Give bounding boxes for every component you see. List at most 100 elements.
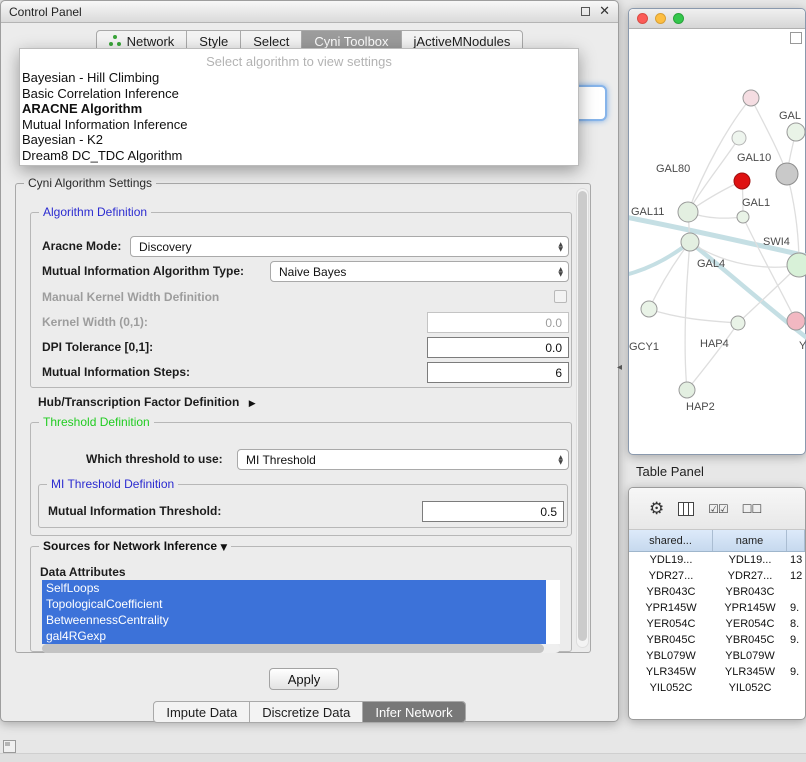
attribute-item-betweennesscentrality[interactable]: BetweennessCentrality	[42, 612, 546, 628]
zoom-button[interactable]	[673, 13, 684, 24]
network-edge[interactable]	[649, 242, 690, 309]
tab-label: jActiveMNodules	[414, 34, 511, 49]
network-node[interactable]	[787, 312, 805, 330]
kernel-width-input[interactable]: 0.0	[427, 312, 569, 333]
tab-impute-data[interactable]: Impute Data	[154, 702, 250, 722]
network-node[interactable]	[732, 131, 746, 145]
network-node[interactable]	[641, 301, 657, 317]
tab-infer-network[interactable]: Infer Network	[363, 702, 464, 722]
dpi-tolerance-input[interactable]: 0.0	[427, 337, 569, 358]
close-button[interactable]	[637, 13, 648, 24]
aracne-mode-combo[interactable]: Discovery ▲▼	[130, 236, 569, 257]
table-cell: YIL052C	[629, 682, 713, 694]
algorithm-option-basic-correlation-inference[interactable]: Basic Correlation Inference	[20, 86, 578, 102]
apply-button[interactable]: Apply	[269, 668, 339, 690]
hub-tf-definition-toggle[interactable]: Hub/Transcription Factor Definition ▶	[38, 392, 256, 413]
table-row[interactable]: YIL052CYIL052C	[629, 680, 805, 696]
algorithm-option-aracne-algorithm[interactable]: ARACNE Algorithm	[20, 101, 578, 117]
table-cell: YDL19...	[629, 554, 713, 566]
network-node[interactable]	[737, 211, 749, 223]
table-row[interactable]: YBR045CYBR045C9.	[629, 632, 805, 648]
network-edge[interactable]	[685, 242, 690, 390]
table-row[interactable]: YER054CYER054C8.	[629, 616, 805, 632]
gear-icon[interactable]: ⚙	[649, 499, 664, 519]
table-cell: YLR345W	[629, 666, 713, 678]
node-label: GAL1	[742, 197, 770, 209]
node-label: HAP4	[700, 338, 729, 350]
algorithm-option-dream8-dc-tdc-algorithm[interactable]: Dream8 DC_TDC Algorithm	[20, 148, 578, 164]
control-panel-window: Control Panel ✕ NetworkStyleSelectCyni T…	[0, 0, 619, 722]
window-title: Control Panel	[9, 5, 82, 19]
table-row[interactable]: YLR345WYLR345W9.	[629, 664, 805, 680]
restore-panel-icon[interactable]	[3, 740, 16, 753]
splitter-collapse-icon[interactable]: ◂	[617, 362, 622, 373]
which-threshold-combo[interactable]: MI Threshold ▲▼	[237, 449, 569, 470]
network-edge[interactable]	[688, 138, 739, 212]
table-cell: 9.	[787, 602, 805, 614]
combo-arrows-icon: ▲▼	[558, 242, 563, 252]
network-node[interactable]	[776, 163, 798, 185]
network-node[interactable]	[679, 382, 695, 398]
dpi-tolerance-label: DPI Tolerance [0,1]:	[42, 337, 153, 358]
attribute-item-gal4rgexp[interactable]: gal4RGexp	[42, 628, 546, 644]
deselect-all-icon[interactable]: ☐☐	[742, 502, 762, 516]
network-node[interactable]	[678, 202, 698, 222]
network-node[interactable]	[743, 90, 759, 106]
table-row[interactable]: YBR043CYBR043C	[629, 584, 805, 600]
table-row[interactable]: YBL079WYBL079W	[629, 648, 805, 664]
network-view-window: GALGAL80GAL10GAL11GAL1SWI4GAL4GCY1HAP4YH…	[628, 8, 806, 455]
cyni-algorithm-settings: Cyni Algorithm Settings Algorithm Defini…	[15, 183, 591, 653]
network-edge[interactable]	[629, 242, 690, 275]
network-node[interactable]	[681, 233, 699, 251]
close-icon[interactable]: ✕	[599, 7, 610, 17]
algorithm-option-mutual-information-inference[interactable]: Mutual Information Inference	[20, 117, 578, 133]
network-node[interactable]	[734, 173, 750, 189]
network-canvas[interactable]: GALGAL80GAL10GAL11GAL1SWI4GAL4GCY1HAP4YH…	[629, 29, 806, 455]
mi-threshold-input[interactable]: 0.5	[422, 501, 564, 522]
settings-vertical-scrollbar[interactable]	[576, 188, 589, 648]
scrollbar-thumb[interactable]	[42, 644, 544, 653]
mi-threshold-legend: MI Threshold Definition	[47, 477, 178, 491]
network-edge[interactable]	[649, 309, 738, 323]
settings-legend: Cyni Algorithm Settings	[24, 176, 156, 190]
network-node[interactable]	[731, 316, 745, 330]
desktop: Control Panel ✕ NetworkStyleSelectCyni T…	[0, 0, 806, 762]
collapse-down-icon: ▼	[220, 543, 227, 553]
attributes-horizontal-scrollbar[interactable]	[42, 644, 560, 653]
table-cell: YBR043C	[629, 586, 713, 598]
scrollbar-thumb[interactable]	[578, 191, 587, 641]
sources-legend-toggle[interactable]: Sources for Network Inference ▼	[39, 539, 231, 553]
table-cell: 13	[787, 554, 805, 566]
table-row[interactable]: YPR145WYPR145W9.	[629, 600, 805, 616]
node-label: GAL11	[631, 206, 664, 218]
network-node[interactable]	[787, 253, 806, 277]
birdseye-toggle[interactable]	[790, 32, 802, 44]
table-toolbar: ⚙ ☑☑ ☐☐	[629, 488, 805, 530]
table-cell: 9.	[787, 634, 805, 646]
float-panel-icon[interactable]	[581, 7, 590, 16]
column-header-name[interactable]: name	[713, 530, 787, 551]
threshold-definition-legend: Threshold Definition	[39, 415, 154, 429]
tab-discretize-data[interactable]: Discretize Data	[250, 702, 363, 722]
minimize-button[interactable]	[655, 13, 666, 24]
columns-icon[interactable]	[678, 502, 694, 516]
table-cell: YPR145W	[629, 602, 713, 614]
manual-kernel-checkbox[interactable]	[554, 290, 567, 303]
which-threshold-value: MI Threshold	[246, 453, 316, 467]
column-header-shared[interactable]: shared...	[629, 530, 713, 551]
mi-steps-input[interactable]: 6	[427, 362, 569, 383]
table-cell: YBR045C	[629, 634, 713, 646]
algorithm-option-bayesian-k2[interactable]: Bayesian - K2	[20, 132, 578, 148]
select-all-icon[interactable]: ☑☑	[708, 502, 728, 516]
network-node[interactable]	[787, 123, 805, 141]
table-row[interactable]: YDR27...YDR27...12	[629, 568, 805, 584]
which-threshold-label: Which threshold to use:	[86, 449, 223, 470]
column-header-extra[interactable]	[787, 530, 805, 551]
mi-type-combo[interactable]: Naive Bayes ▲▼	[270, 261, 569, 282]
algorithm-option-bayesian-hill-climbing[interactable]: Bayesian - Hill Climbing	[20, 70, 578, 86]
attribute-item-topologicalcoefficient[interactable]: TopologicalCoefficient	[42, 596, 546, 612]
network-edge[interactable]	[687, 323, 738, 390]
attribute-item-selfloops[interactable]: SelfLoops	[42, 580, 546, 596]
table-row[interactable]: YDL19...YDL19...13	[629, 552, 805, 568]
tab-label: Network	[127, 34, 175, 49]
